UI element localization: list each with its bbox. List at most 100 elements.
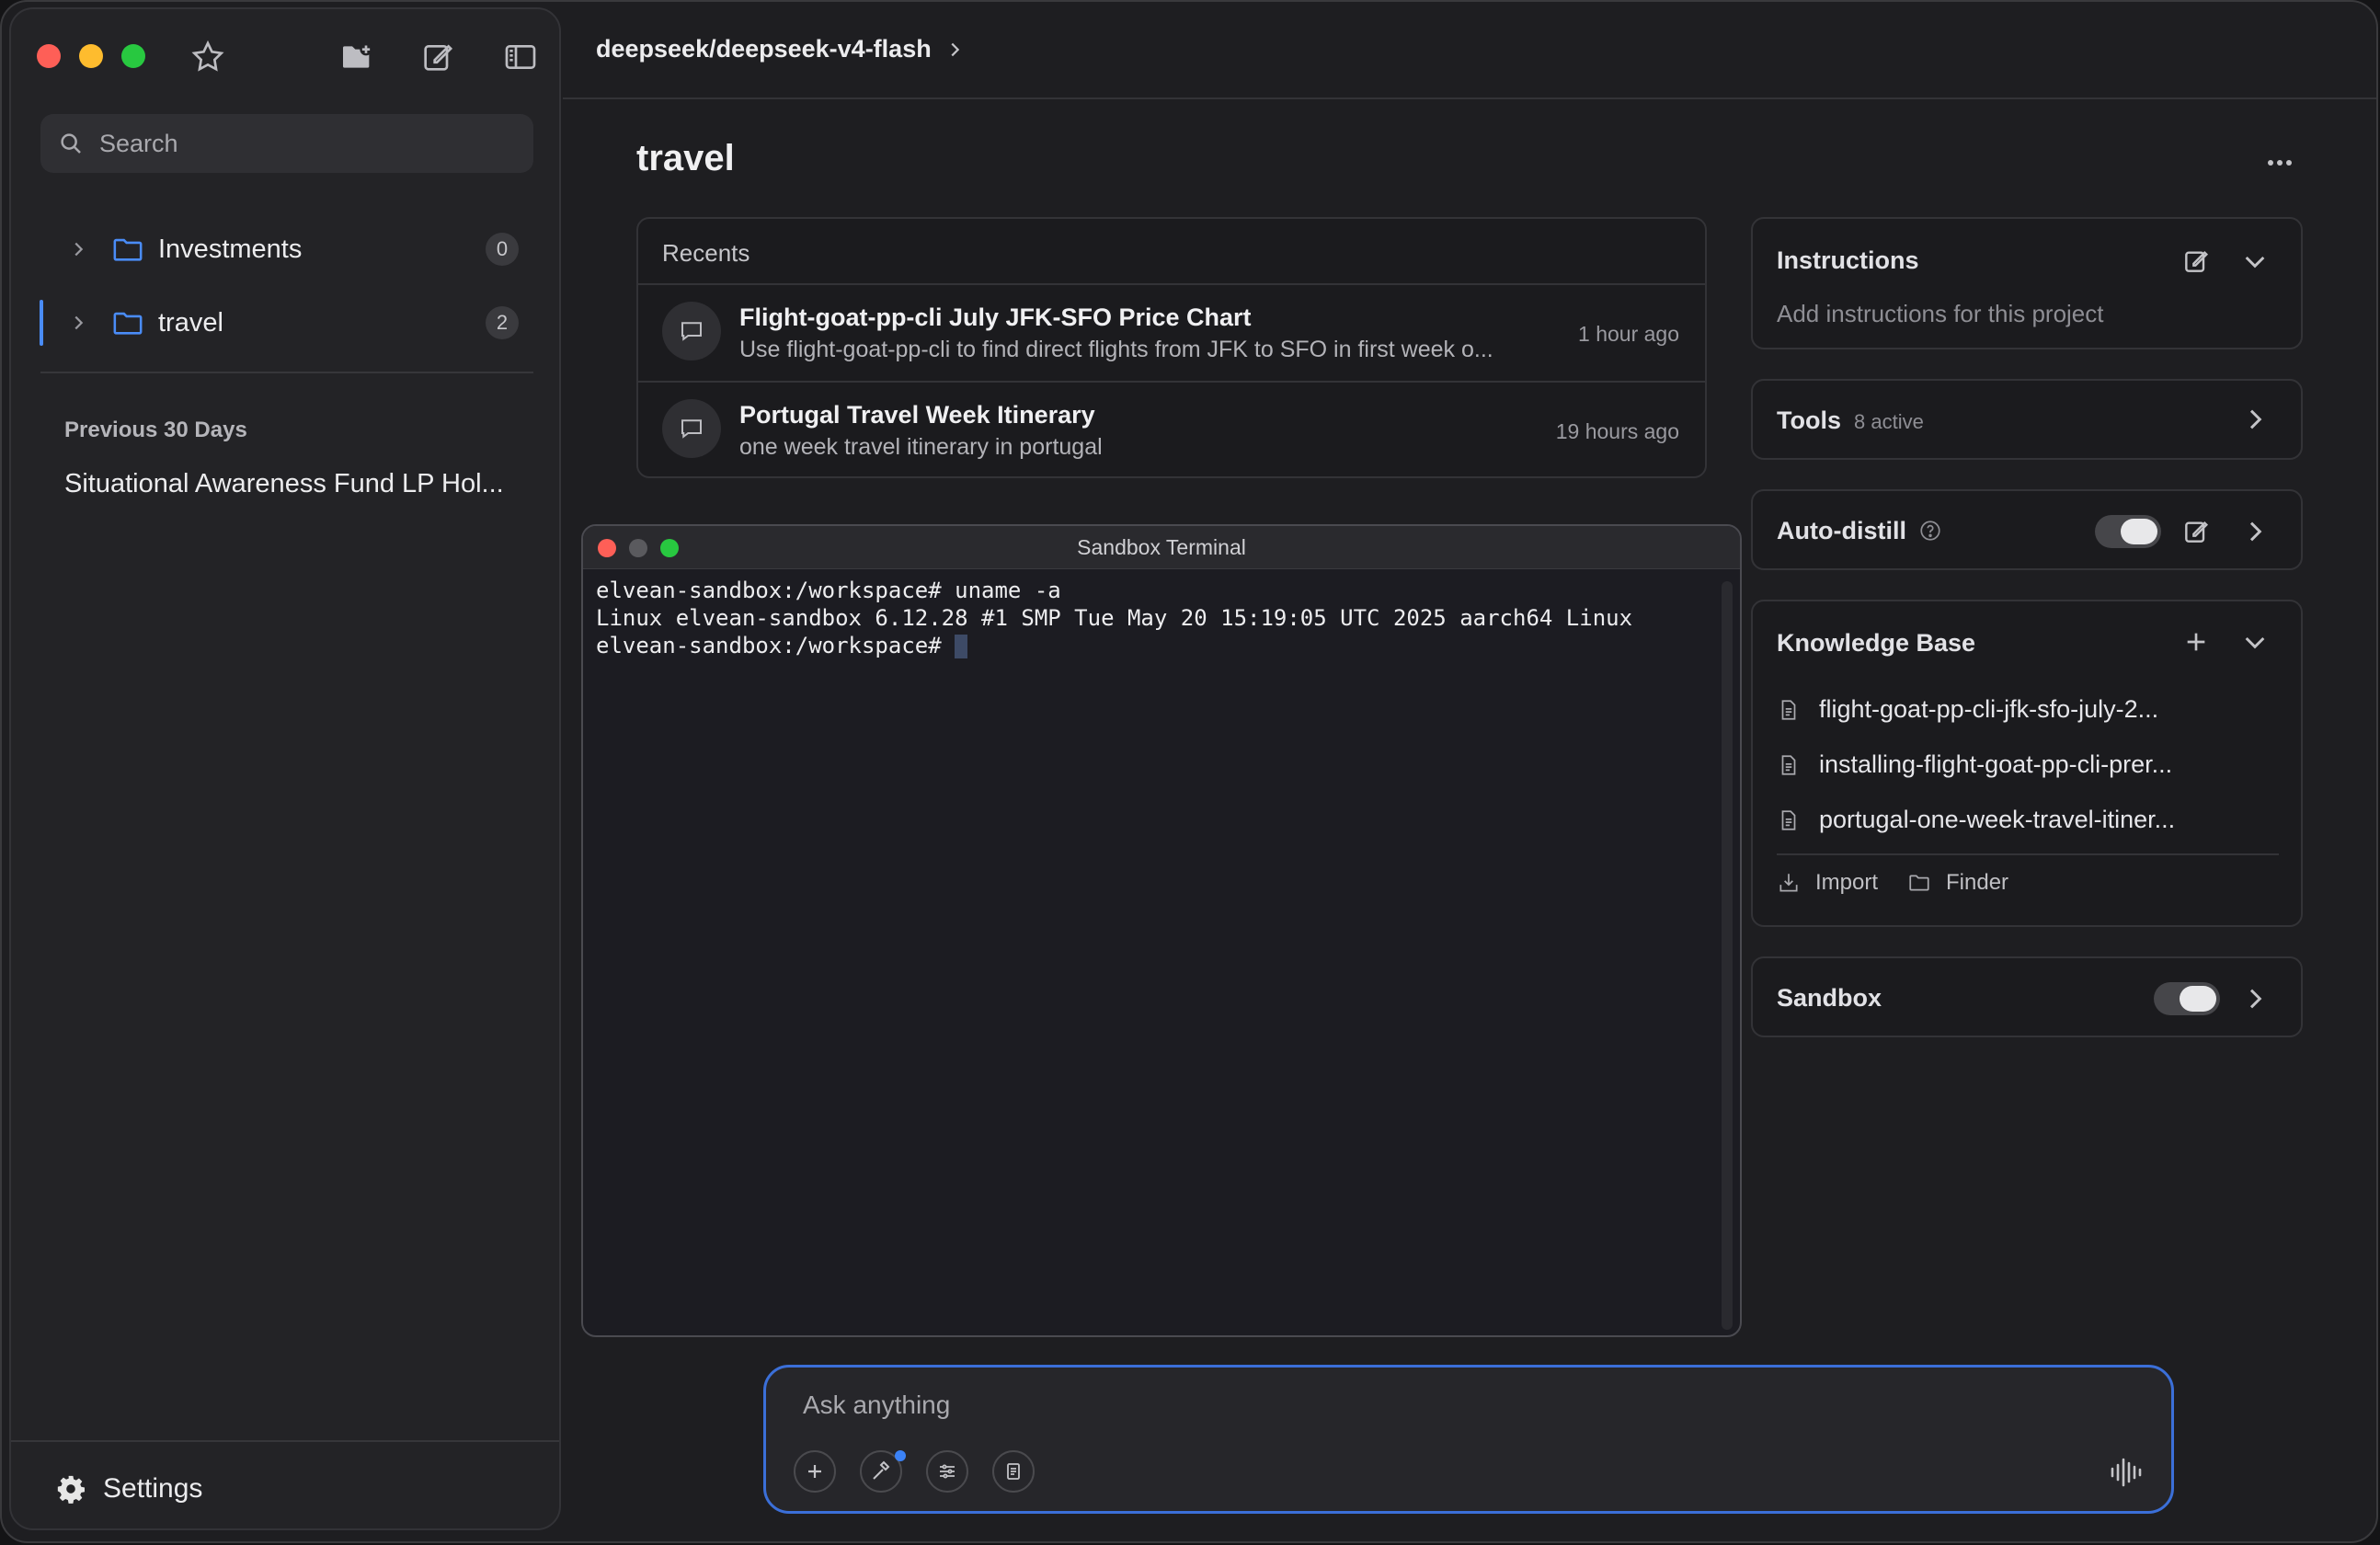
- kb-file-name: flight-goat-pp-cli-jfk-sfo-july-2...: [1819, 695, 2159, 723]
- folder-icon: [113, 238, 143, 261]
- auto-distill-toggle[interactable]: [2095, 515, 2161, 548]
- sidebar: Investments 0 travel 2 Previous 30 Days …: [9, 7, 561, 1530]
- gear-icon: [57, 1475, 86, 1504]
- recent-chat-title: Portugal Travel Week Itinerary: [739, 401, 1095, 429]
- app-window: Investments 0 travel 2 Previous 30 Days …: [0, 0, 2378, 1543]
- search-icon: [61, 133, 81, 154]
- document-icon: [1781, 754, 1796, 775]
- tools-panel[interactable]: Tools 8 active: [1751, 379, 2303, 460]
- recent-chat-subtitle: one week travel itinerary in portugal: [739, 434, 1103, 460]
- close-window-button[interactable]: [37, 44, 61, 68]
- chevron-right-icon[interactable]: [68, 313, 88, 333]
- recent-chat-item[interactable]: Flight-goat-pp-cli July JFK-SFO Price Ch…: [638, 283, 1705, 379]
- search-bar[interactable]: [40, 114, 533, 173]
- folder-count-badge: 0: [486, 233, 519, 266]
- terminal-output[interactable]: elvean-sandbox:/workspace# uname -a Linux…: [583, 569, 1740, 667]
- section-title-previous: Previous 30 Days: [64, 418, 247, 442]
- tools-indicator-dot: [895, 1450, 906, 1461]
- terminal-line: Linux elvean-sandbox 6.12.28 #1 SMP Tue …: [596, 605, 1633, 631]
- recent-chat-time: 19 hours ago: [1555, 419, 1679, 443]
- terminal-cursor: [955, 635, 968, 658]
- settings-label: Settings: [103, 1473, 203, 1504]
- window-controls: [37, 44, 145, 68]
- compose-icon[interactable]: [419, 39, 456, 75]
- clipboard-icon: [1007, 1463, 1020, 1480]
- plus-icon: [808, 1465, 821, 1478]
- import-label: Import: [1815, 870, 1879, 895]
- help-icon[interactable]: [1918, 519, 1942, 543]
- instructions-placeholder[interactable]: Add instructions for this project: [1777, 300, 2104, 328]
- kb-file-item[interactable]: installing-flight-goat-pp-cli-prer...: [1777, 750, 2172, 779]
- folder-investments[interactable]: Investments 0: [40, 221, 533, 278]
- sandbox-panel: Sandbox: [1751, 956, 2303, 1037]
- edit-icon[interactable]: [2181, 246, 2211, 276]
- knowledge-base-title: Knowledge Base: [1777, 629, 1976, 657]
- tools-status: 8 active: [1854, 410, 1924, 433]
- chevron-right-icon[interactable]: [68, 239, 88, 259]
- kb-file-item[interactable]: portugal-one-week-travel-itiner...: [1777, 806, 2175, 834]
- sandbox-title: Sandbox: [1777, 984, 1882, 1012]
- more-options-icon[interactable]: [2257, 140, 2303, 186]
- sliders-icon: [940, 1464, 955, 1479]
- recent-chat-title: Flight-goat-pp-cli July JFK-SFO Price Ch…: [739, 303, 1252, 331]
- sidebar-toggle-icon[interactable]: [502, 39, 539, 75]
- clipboard-button[interactable]: [992, 1450, 1035, 1493]
- model-name: deepseek/deepseek-v4-flash: [596, 35, 932, 63]
- add-attachment-button[interactable]: [794, 1450, 836, 1493]
- recent-chat-item[interactable]: Portugal Travel Week Itinerary one week …: [638, 381, 1705, 476]
- folder-label: Investments: [158, 234, 303, 264]
- document-icon: [1781, 699, 1796, 720]
- import-icon: [1779, 874, 1798, 892]
- terminal-scrollbar[interactable]: [1722, 581, 1733, 1330]
- maximize-window-button[interactable]: [121, 44, 145, 68]
- recent-chat-subtitle: Use flight-goat-pp-cli to find direct fl…: [739, 337, 1493, 362]
- finder-label: Finder: [1946, 870, 2009, 895]
- conversation-item[interactable]: Situational Awareness Fund LP Hol...: [64, 469, 504, 499]
- chevron-right-icon[interactable]: [2240, 517, 2270, 546]
- kb-file-item[interactable]: flight-goat-pp-cli-jfk-sfo-july-2...: [1777, 695, 2158, 724]
- sandbox-terminal-window[interactable]: Sandbox Terminal elvean-sandbox:/workspa…: [581, 524, 1742, 1337]
- instructions-panel: Instructions Add instructions for this p…: [1751, 217, 2303, 349]
- new-folder-icon[interactable]: [338, 39, 375, 75]
- message-composer[interactable]: [763, 1365, 2174, 1514]
- search-input[interactable]: [97, 128, 506, 159]
- kb-divider: [1777, 853, 2279, 855]
- chevron-right-icon[interactable]: [2240, 405, 2270, 434]
- active-indicator: [40, 300, 43, 346]
- chevron-down-icon[interactable]: [2240, 627, 2270, 657]
- minimize-window-button[interactable]: [79, 44, 103, 68]
- sandbox-toggle[interactable]: [2154, 982, 2220, 1015]
- chevron-right-icon: [951, 42, 959, 56]
- document-icon: [1781, 809, 1796, 830]
- import-button[interactable]: Import: [1777, 870, 1878, 896]
- chevron-right-icon[interactable]: [2240, 984, 2270, 1013]
- folder-travel[interactable]: travel 2: [40, 294, 533, 351]
- chat-bubble-icon: [662, 399, 721, 458]
- terminal-title-bar[interactable]: Sandbox Terminal: [583, 526, 1740, 569]
- hammer-icon: [873, 1460, 890, 1480]
- terminal-title: Sandbox Terminal: [1077, 535, 1246, 559]
- finder-button[interactable]: Finder: [1907, 870, 2008, 896]
- terminal-line: elvean-sandbox:/workspace# uname -a: [596, 578, 1061, 603]
- recent-chat-time: 1 hour ago: [1578, 322, 1679, 346]
- recents-title: Recents: [662, 239, 750, 267]
- folder-icon: [1909, 875, 1929, 891]
- plus-icon[interactable]: [2181, 627, 2211, 657]
- auto-distill-panel: Auto-distill: [1751, 489, 2303, 570]
- chat-bubble-icon: [662, 302, 721, 360]
- settings-button[interactable]: Settings: [55, 1473, 202, 1505]
- model-selector[interactable]: deepseek/deepseek-v4-flash: [596, 35, 965, 63]
- recents-panel: Recents Flight-goat-pp-cli July JFK-SFO …: [636, 217, 1707, 478]
- star-icon[interactable]: [189, 39, 226, 75]
- edit-icon[interactable]: [2181, 517, 2211, 546]
- chevron-down-icon[interactable]: [2240, 246, 2270, 276]
- knowledge-base-panel: Knowledge Base flight-goat-pp-cli-jfk-sf…: [1751, 600, 2303, 927]
- project-title: travel: [636, 138, 735, 178]
- voice-input-icon[interactable]: [2107, 1454, 2144, 1491]
- settings-sliders-button[interactable]: [926, 1450, 968, 1493]
- instructions-title: Instructions: [1777, 246, 1919, 274]
- auto-distill-title: Auto-distill: [1777, 517, 1906, 544]
- folder-label: travel: [158, 307, 223, 338]
- message-input[interactable]: [801, 1386, 2000, 1425]
- kb-file-name: installing-flight-goat-pp-cli-prer...: [1819, 750, 2173, 778]
